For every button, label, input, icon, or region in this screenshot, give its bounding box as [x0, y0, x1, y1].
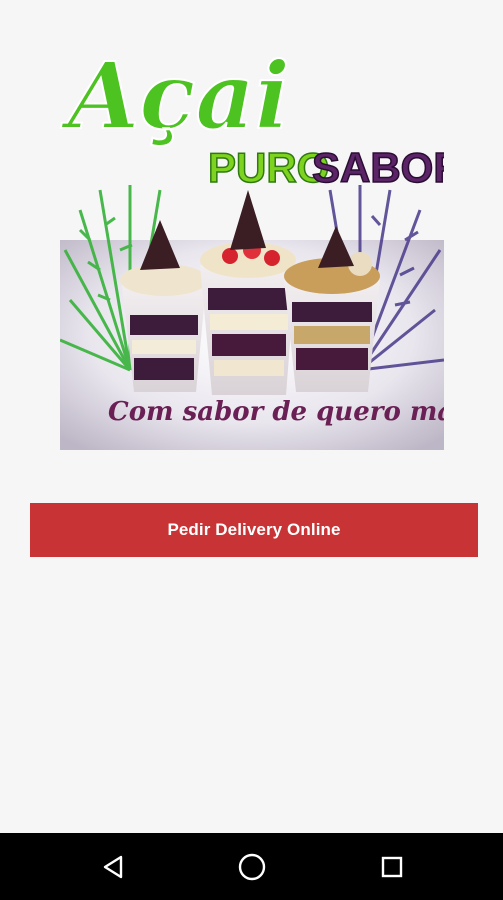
back-triangle-icon [103, 855, 123, 878]
banner-tagline: Com sabor de quero mais [108, 397, 444, 427]
app-screen: Açai PURO SABOR Com sabor de quero mais … [0, 0, 503, 833]
acai-cup-middle [200, 190, 296, 395]
nav-recents-button[interactable] [352, 833, 432, 900]
home-circle-icon [238, 853, 266, 880]
brand-title: Açai [60, 42, 290, 150]
order-delivery-button[interactable]: Pedir Delivery Online [30, 503, 478, 557]
nav-home-button[interactable] [212, 833, 292, 900]
android-navigation-bar [0, 833, 503, 900]
recents-square-icon [381, 856, 403, 877]
nav-back-button[interactable] [74, 833, 154, 900]
brand-subtitle-sabor: SABOR [312, 144, 444, 191]
acai-banner-image: Açai PURO SABOR Com sabor de quero mais [60, 40, 444, 450]
